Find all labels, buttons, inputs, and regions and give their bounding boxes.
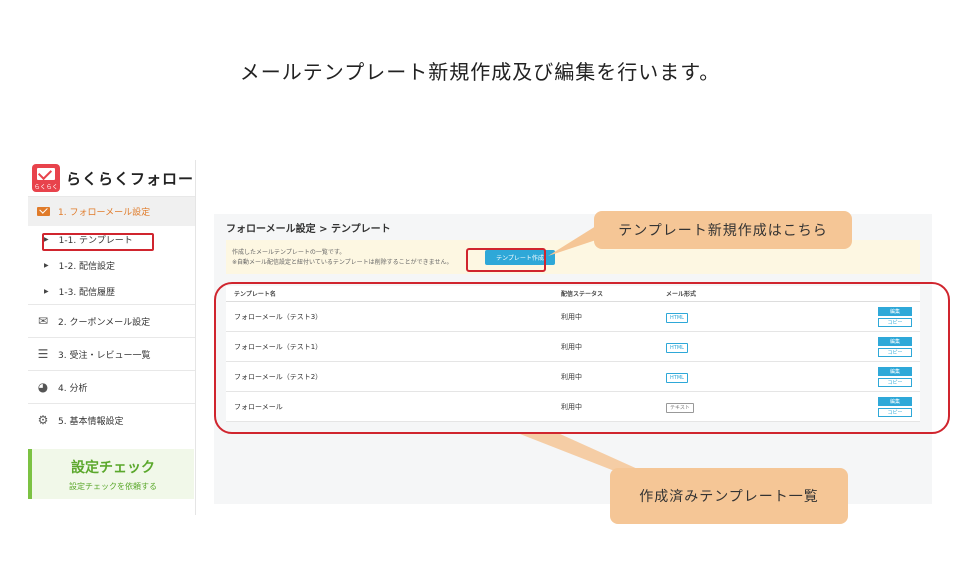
nav-sub-label: 1-2. 配信設定 xyxy=(58,261,116,272)
settings-check-title: 設定チェック xyxy=(71,459,155,476)
pie-chart-icon: ◕ xyxy=(37,380,49,394)
nav-label: 4. 分析 xyxy=(58,383,88,394)
brand-name: らくらくフォロー xyxy=(66,169,195,188)
nav-sub-label: 1-3. 配信履歴 xyxy=(58,287,116,298)
nav-sub-delivery-settings[interactable]: ▶ 1-2. 配信設定 xyxy=(28,252,195,278)
list-icon: ☰ xyxy=(37,347,49,361)
nav-label: 5. 基本情報設定 xyxy=(58,416,124,427)
highlight-template-table xyxy=(214,282,950,434)
nav-follow-mail-settings[interactable]: 1. フォローメール設定 xyxy=(28,196,195,226)
notice-line-2: ※自動メール配信設定と紐付いているテンプレートは削除することができません。 xyxy=(232,259,453,266)
notice-line-1: 作成したメールテンプレートの一覧です。 xyxy=(232,249,346,256)
nav-basic-settings[interactable]: ⚙ 5. 基本情報設定 xyxy=(28,403,195,436)
nav-orders-reviews[interactable]: ☰ 3. 受注・レビュー一覧 xyxy=(28,337,195,370)
highlight-template-menu xyxy=(42,233,154,251)
nav-sub-delivery-history[interactable]: ▶ 1-3. 配信履歴 xyxy=(28,278,195,304)
highlight-create-button xyxy=(466,248,546,272)
nav-label: 2. クーポンメール設定 xyxy=(58,317,151,328)
gear-icon: ⚙ xyxy=(37,413,49,427)
mail-icon xyxy=(36,206,50,218)
logo-text: らくらく xyxy=(33,184,58,191)
nav-coupon-mail[interactable]: ✉ 2. クーポンメール設定 xyxy=(28,304,195,337)
mail-logo-icon: らくらく xyxy=(32,164,60,192)
nav-label: 3. 受注・レビュー一覧 xyxy=(58,350,151,361)
page-heading: メールテンプレート新規作成及び編集を行います。 xyxy=(239,60,721,84)
nav-analysis[interactable]: ◕ 4. 分析 xyxy=(28,370,195,403)
coupon-icon: ✉ xyxy=(37,314,49,328)
caret-right-icon: ▶ xyxy=(44,261,49,269)
breadcrumb: フォローメール設定 > テンプレート xyxy=(226,224,391,235)
callout-template-list: 作成済みテンプレート一覧 xyxy=(610,468,848,524)
caret-right-icon: ▶ xyxy=(44,287,49,295)
nav-label: 1. フォローメール設定 xyxy=(58,208,151,218)
settings-check-button[interactable]: 設定チェック 設定チェックを依頼する xyxy=(28,449,194,499)
sidebar: らくらく らくらくフォロー 1. フォローメール設定 ▶ 1-1. テンプレート… xyxy=(28,160,196,515)
callout-create-new: テンプレート新規作成はこちら xyxy=(594,211,852,249)
brand[interactable]: らくらく らくらくフォロー xyxy=(28,160,195,196)
settings-check-subtitle: 設定チェックを依頼する xyxy=(69,481,157,491)
